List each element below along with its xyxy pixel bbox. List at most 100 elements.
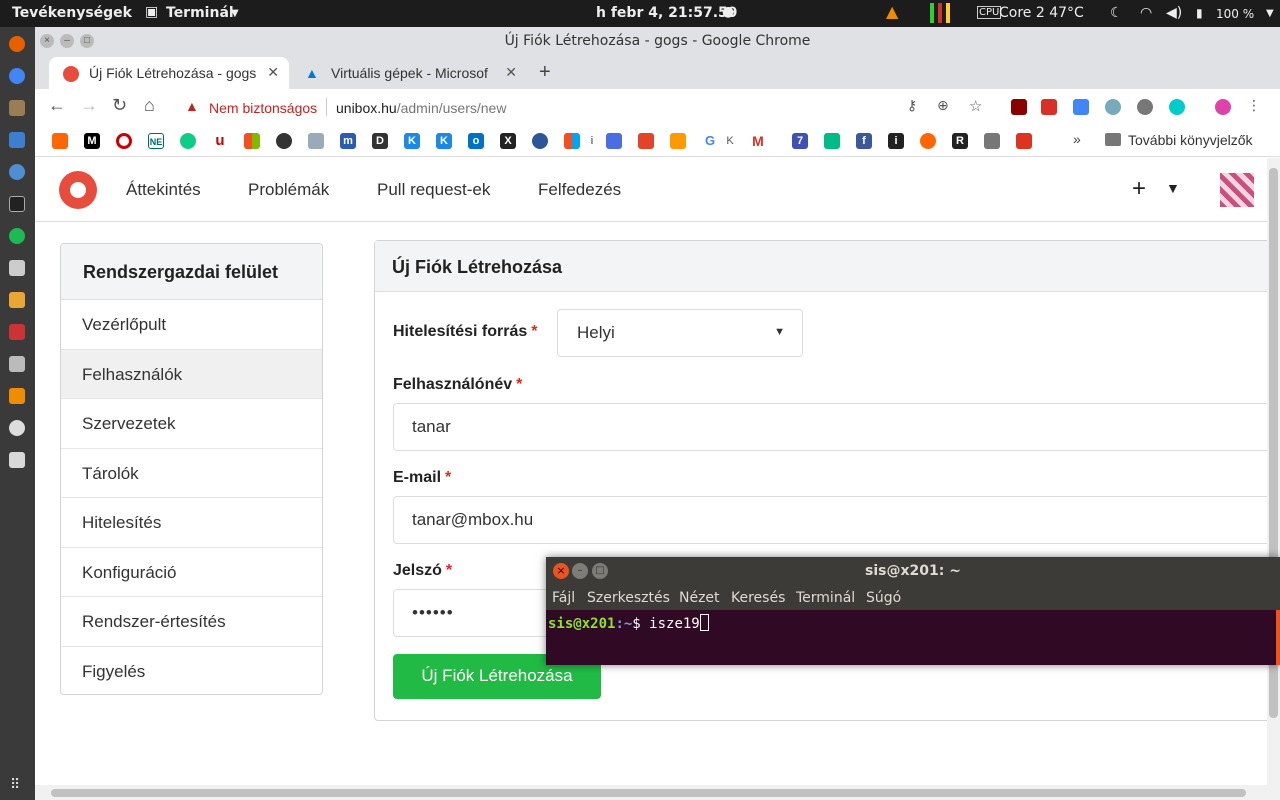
menu-file[interactable]: Fájl <box>552 590 575 606</box>
key-icon[interactable]: ⚷ <box>907 97 923 113</box>
username-input[interactable]: tanar <box>393 403 1267 451</box>
firefox-icon[interactable] <box>9 36 25 52</box>
text-editor-icon[interactable] <box>9 292 25 308</box>
bookmark-k-icon[interactable]: K <box>404 133 420 149</box>
system-monitor-icon[interactable] <box>930 3 950 23</box>
bookmark-google-icon[interactable]: G <box>702 133 718 149</box>
profile-avatar[interactable] <box>1215 99 1231 115</box>
menu-icon[interactable]: ⋮ <box>1247 97 1263 113</box>
bookmark-k2-icon[interactable]: K <box>436 133 452 149</box>
tab-azure[interactable]: ▲ Virtuális gépek - Microsof ✕ <box>291 57 527 89</box>
home-icon[interactable]: ⌂ <box>144 95 155 116</box>
extension-icon[interactable] <box>1105 99 1121 115</box>
bookmark-x-icon[interactable]: X <box>500 133 516 149</box>
sidebar-item-configuration[interactable]: Konfiguráció <box>61 548 322 597</box>
screenshot-icon[interactable] <box>9 260 25 276</box>
bookmark-d-icon[interactable]: D <box>372 133 388 149</box>
app-menu[interactable]: Terminál <box>166 5 234 21</box>
nav-dashboard[interactable]: Áttekintés <box>126 180 201 200</box>
new-tab-icon[interactable]: + <box>539 61 551 84</box>
sidebar-item-monitor[interactable]: Figyelés <box>61 647 322 695</box>
terminal-dock-icon[interactable] <box>9 196 25 212</box>
bookmark-6-icon[interactable]: u <box>212 133 228 149</box>
sidebar-item-dashboard[interactable]: Vezérlőpult <box>61 300 322 350</box>
reload-icon[interactable]: ↻ <box>112 95 127 116</box>
menu-view[interactable]: Nézet <box>679 590 720 606</box>
nav-explore[interactable]: Felfedezés <box>538 180 621 200</box>
nav-pull-requests[interactable]: Pull request-ek <box>377 180 490 200</box>
menu-terminal[interactable]: Terminál <box>796 590 855 606</box>
bookmark-github-icon[interactable] <box>276 133 292 149</box>
forward-icon[interactable]: → <box>80 95 98 116</box>
sidebar-item-users[interactable]: Felhasználók <box>61 349 322 399</box>
bookmark-medium-icon[interactable]: M <box>84 133 100 149</box>
vertical-scrollbar[interactable] <box>1267 158 1280 785</box>
tab-gogs[interactable]: Új Fiók Létrehozása - gogs ✕ <box>49 57 289 89</box>
gmail-ext-icon[interactable] <box>1041 99 1057 115</box>
bookmark-i2-icon[interactable]: i <box>888 133 904 149</box>
bookmark-7-icon[interactable]: 7 <box>792 133 808 149</box>
sidebar-item-authentication[interactable]: Hitelesítés <box>61 498 322 548</box>
bookmark-star-icon[interactable]: ☆ <box>969 97 985 115</box>
vlc-dock-icon[interactable] <box>9 388 25 404</box>
bookmark-r-icon[interactable]: R <box>952 133 968 149</box>
bookmark-gmail-icon[interactable]: M <box>750 133 766 149</box>
bookmark-9-icon[interactable] <box>308 133 324 149</box>
security-status[interactable]: Nem biztonságos <box>209 100 317 116</box>
terminal-red-icon[interactable] <box>9 324 25 340</box>
warning-icon[interactable]: ▲ <box>185 98 199 114</box>
bookmark-gitlab-icon[interactable] <box>638 133 654 149</box>
files-icon[interactable] <box>9 100 25 116</box>
bookmark-onedrive-icon[interactable] <box>532 133 548 149</box>
zoom-icon[interactable]: ⊕ <box>937 97 953 113</box>
bookmark-1-icon[interactable] <box>52 133 68 149</box>
night-light-icon[interactable]: ☾ <box>1110 5 1123 21</box>
close-tab-icon[interactable]: ✕ <box>501 64 517 81</box>
show-apps-icon[interactable]: ⠿ <box>10 776 26 792</box>
close-tab-icon[interactable]: ✕ <box>263 64 279 81</box>
url-text[interactable]: unibox.hu/admin/users/new <box>336 100 506 116</box>
installer-icon[interactable] <box>9 452 25 468</box>
cpu-temp[interactable]: Core 2 47°C <box>999 5 1084 21</box>
email-input[interactable]: tanar@mbox.hu <box>393 496 1267 544</box>
battery-icon[interactable]: ▮ <box>1196 6 1203 20</box>
menu-help[interactable]: Súgó <box>866 590 901 606</box>
other-bookmarks[interactable]: További könyvjelzők <box>1128 132 1253 148</box>
menu-search[interactable]: Keresés <box>731 590 785 606</box>
auth-source-select[interactable]: Helyi ▼ <box>557 309 803 357</box>
terminal-scrollbar[interactable] <box>1276 610 1280 665</box>
back-icon[interactable]: ← <box>48 95 66 116</box>
bookmark-ms-icon[interactable] <box>244 133 260 149</box>
nav-issues[interactable]: Problémák <box>248 180 329 200</box>
calculator-icon[interactable] <box>9 356 25 372</box>
bookmark-pocket-icon[interactable] <box>606 133 622 149</box>
help-icon[interactable] <box>9 164 25 180</box>
system-menu-chevron-icon[interactable]: ▼ <box>1266 8 1274 19</box>
bookmark-ne-icon[interactable]: NE <box>148 133 164 149</box>
react-devtools-icon[interactable] <box>1169 99 1185 115</box>
bookmark-10-icon[interactable]: m <box>340 133 356 149</box>
gogs-logo[interactable] <box>59 171 97 209</box>
wifi-icon[interactable]: ◠ <box>1140 5 1152 21</box>
bookmark-5-icon[interactable] <box>180 133 196 149</box>
terminal-output[interactable]: sis@x201:~$ isze19 <box>546 610 1280 665</box>
create-new-icon[interactable]: + <box>1132 175 1146 203</box>
sidebar-item-notices[interactable]: Rendszer-értesítés <box>61 597 322 647</box>
bookmark-facebook-icon[interactable]: f <box>856 133 872 149</box>
ublock-icon[interactable] <box>1011 99 1027 115</box>
horizontal-scroll-thumb[interactable] <box>51 789 1246 797</box>
activities-button[interactable]: Tevékenységek <box>12 5 132 21</box>
bookmark-joomla-icon[interactable] <box>670 133 686 149</box>
battery-percent[interactable]: 100 % <box>1216 7 1254 21</box>
bookmark-31-icon[interactable] <box>984 133 1000 149</box>
bookmark-3-icon[interactable] <box>116 133 132 149</box>
bookmark-k3-icon[interactable]: K <box>722 133 738 149</box>
horizontal-scrollbar[interactable] <box>35 785 1280 800</box>
writer-icon[interactable] <box>9 132 25 148</box>
translate-icon[interactable] <box>1073 99 1089 115</box>
bookmark-i-icon[interactable]: i <box>584 133 600 149</box>
clock[interactable]: h febr 4, 21:57.59 <box>596 5 738 21</box>
create-dropdown-icon[interactable]: ▼ <box>1166 180 1180 196</box>
bookmark-32-icon[interactable] <box>1016 133 1032 149</box>
menu-edit[interactable]: Szerkesztés <box>587 590 670 606</box>
